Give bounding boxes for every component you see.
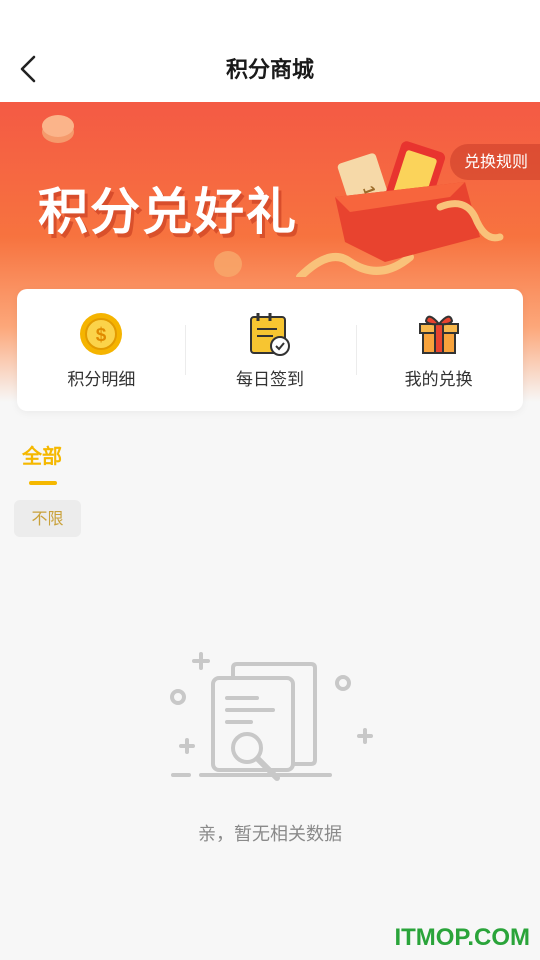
exchange-rules-button[interactable]: 兑换规则 xyxy=(449,144,540,180)
tab-all[interactable]: 全部 xyxy=(22,440,62,469)
menu-item-points-detail[interactable]: $ 积分明细 xyxy=(17,289,186,411)
gift-icon xyxy=(418,315,459,354)
tab-active-indicator xyxy=(29,481,57,485)
watermark-logo: ITMOP.COM xyxy=(394,924,530,951)
svg-text:$: $ xyxy=(96,325,107,346)
menu-item-label: 每日签到 xyxy=(236,370,304,390)
calendar-check-icon xyxy=(250,313,290,356)
empty-state-message: 亲，暂无相关数据 xyxy=(198,824,342,845)
menu-item-label: 积分明细 xyxy=(67,370,136,390)
menu-item-daily-checkin[interactable]: 每日签到 xyxy=(186,289,355,411)
top-bar: 积分商城 xyxy=(0,0,540,102)
banner-headline: 积分兑好礼 xyxy=(38,183,298,241)
page-title: 积分商城 xyxy=(225,58,314,83)
filter-chip-unlimited[interactable]: 不限 xyxy=(14,500,81,537)
coin-icon: $ xyxy=(80,313,123,355)
empty-state-icon xyxy=(170,652,373,781)
menu-item-my-exchanges[interactable]: 我的兑换 xyxy=(354,289,523,411)
quick-menu-card: $ 积分明细 每日签到 我的兑换 xyxy=(17,289,523,411)
menu-item-label: 我的兑换 xyxy=(404,370,473,390)
